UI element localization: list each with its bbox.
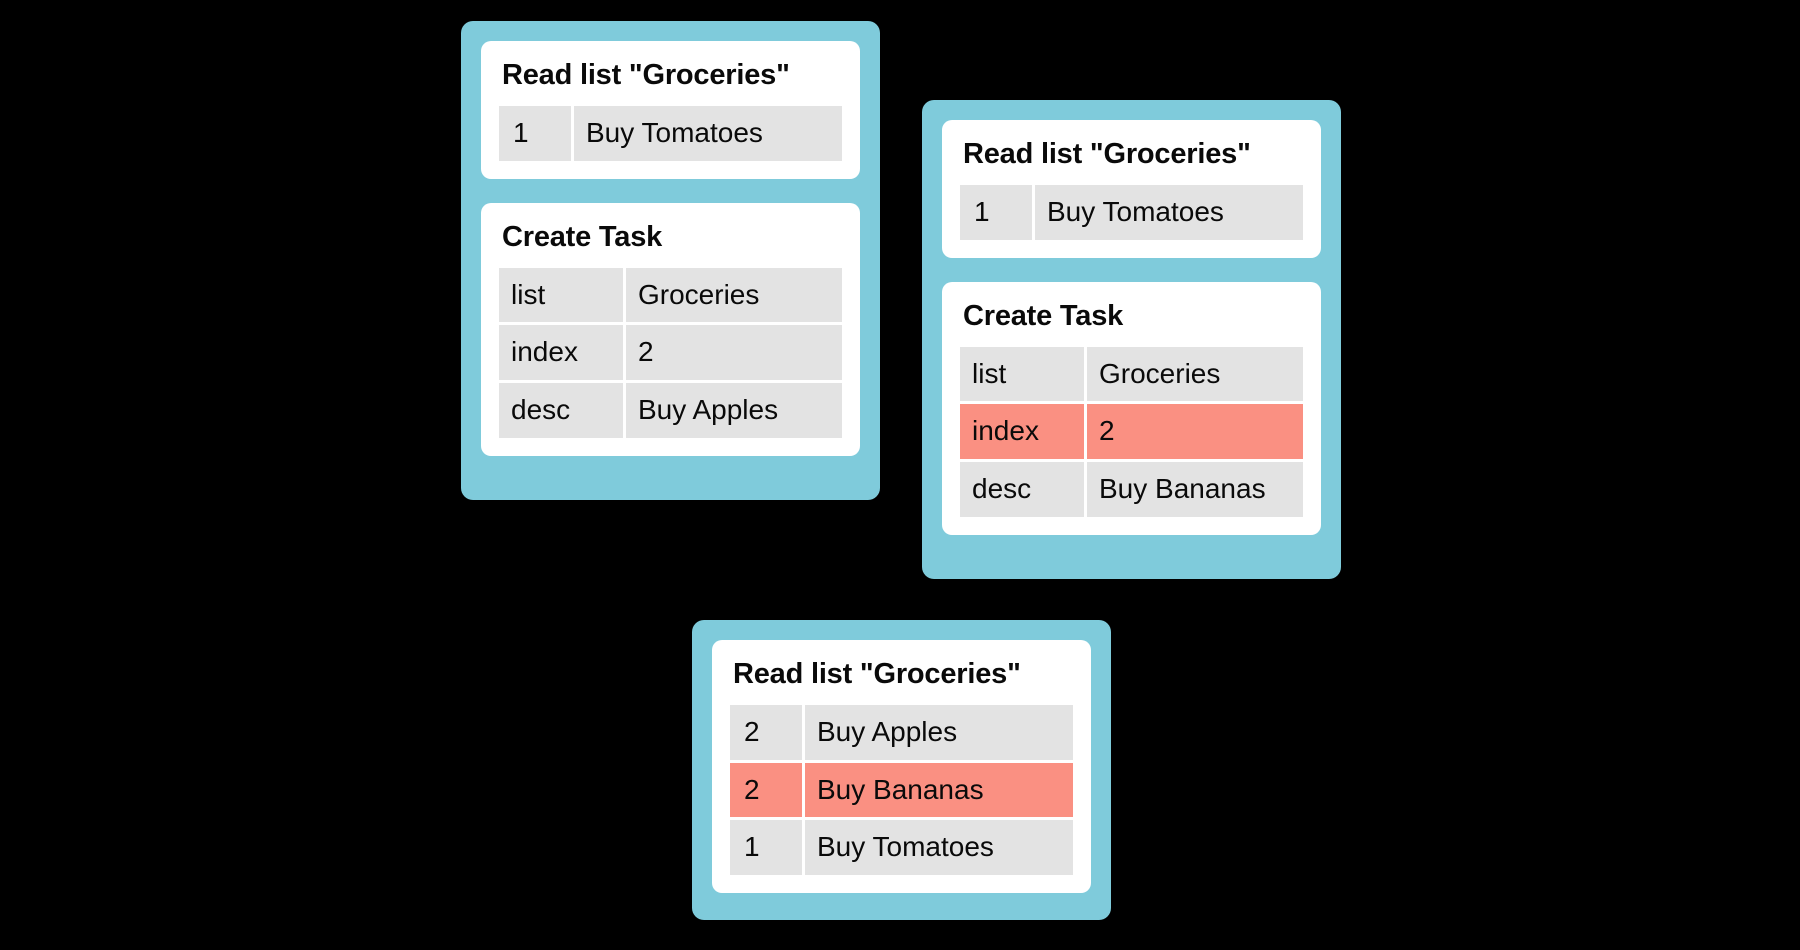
list-row-description: Buy Tomatoes [574, 106, 842, 161]
task-list-table: 1 Buy Tomatoes [499, 106, 842, 161]
task-fields-table: list Groceries index 2 desc Buy Apples [499, 267, 842, 438]
field-key: list [499, 267, 626, 326]
task-fields-table: list Groceries index 2 desc Buy Bananas [960, 346, 1303, 517]
card-title: Read list "Groceries" [733, 658, 1021, 690]
panel-bottom: Read list "Groceries" 2 Buy Apples 2 Buy Ban… [692, 620, 1111, 920]
card-title: Create Task [502, 220, 663, 253]
card-read-list-right: Read list "Groceries" 1 Buy Tomatoes [942, 120, 1321, 258]
panel-left: Read list "Groceries" 1 Buy Tomatoes Create… [461, 21, 880, 500]
field-value: Groceries [626, 267, 842, 326]
task-list-table: 2 Buy Apples 2 Buy Bananas 1 Buy Tomatoes [730, 705, 1073, 875]
card-create-task-right: Create Task list Groceries index 2 desc Buy Ba… [942, 281, 1321, 535]
list-row-index: 1 [499, 106, 574, 161]
table-row: 2 Buy Apples [730, 705, 1073, 763]
table-row: desc Buy Bananas [960, 462, 1303, 517]
field-value: 2 [626, 325, 842, 383]
field-value: 2 [1087, 404, 1303, 462]
field-key: list [960, 346, 1087, 405]
table-row: 2 Buy Bananas [730, 762, 1073, 821]
task-list-table: 1 Buy Tomatoes [960, 185, 1303, 240]
field-value: Groceries [1087, 346, 1303, 405]
field-key: index [499, 325, 626, 383]
field-key: index [960, 404, 1087, 462]
table-row: index 2 [499, 325, 842, 383]
list-row-description: Buy Apples [805, 705, 1073, 763]
card-create-task-left: Create Task list Groceries index 2 desc Buy Ap… [481, 202, 860, 456]
card-read-list-left: Read list "Groceries" 1 Buy Tomatoes [481, 41, 860, 179]
table-row: 1 Buy Tomatoes [730, 820, 1073, 875]
card-title: Read list "Groceries" [502, 59, 790, 91]
list-row-index: 1 [730, 820, 805, 875]
table-row: list Groceries [960, 346, 1303, 405]
list-row-description: Buy Tomatoes [1035, 185, 1303, 240]
card-read-list-bottom: Read list "Groceries" 2 Buy Apples 2 Buy Ban… [712, 640, 1091, 893]
panel-right: Read list "Groceries" 1 Buy Tomatoes Create… [922, 100, 1341, 579]
list-row-description: Buy Tomatoes [805, 820, 1073, 875]
field-value: Buy Apples [626, 383, 842, 438]
list-row-index: 2 [730, 762, 805, 821]
card-title: Create Task [963, 299, 1124, 332]
table-row: desc Buy Apples [499, 383, 842, 438]
card-title: Read list "Groceries" [963, 138, 1251, 170]
field-key: desc [960, 462, 1087, 517]
table-row: list Groceries [499, 267, 842, 326]
field-key: desc [499, 383, 626, 438]
field-value: Buy Bananas [1087, 462, 1303, 517]
list-row-index: 2 [730, 705, 805, 763]
list-row-description: Buy Bananas [805, 762, 1073, 821]
table-row: 1 Buy Tomatoes [960, 185, 1303, 240]
table-row: index 2 [960, 404, 1303, 462]
table-row: 1 Buy Tomatoes [499, 106, 842, 161]
list-row-index: 1 [960, 185, 1035, 240]
